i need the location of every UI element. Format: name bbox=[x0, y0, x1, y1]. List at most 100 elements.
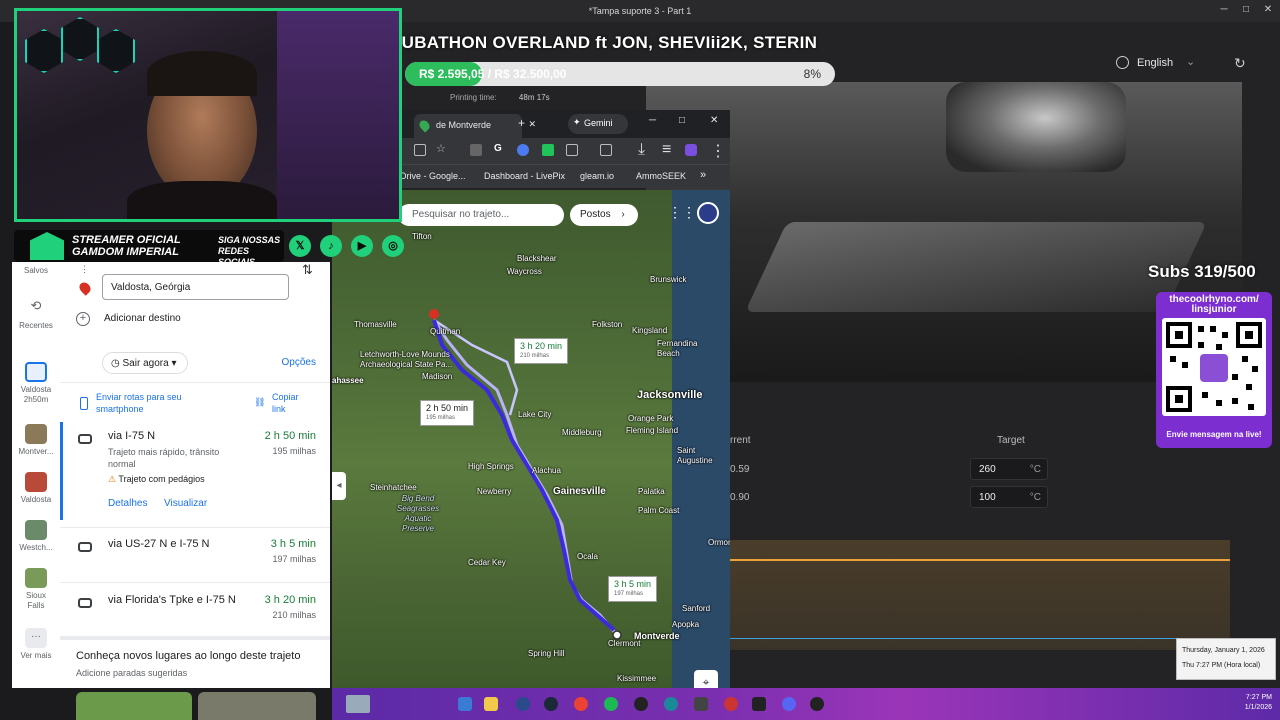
bookmark-livepix[interactable]: Dashboard - LivePix bbox=[484, 171, 565, 181]
queue-icon[interactable]: ≡ bbox=[662, 141, 674, 158]
language-selector[interactable]: English ⌄ ↻ bbox=[1108, 52, 1268, 74]
maximize-button[interactable]: □ bbox=[1236, 4, 1256, 15]
chrome-minimize-button[interactable]: ─ bbox=[649, 115, 656, 126]
rail-recent[interactable]: ⟲ Recentes bbox=[12, 298, 60, 330]
rail-westchester[interactable]: Westch... bbox=[12, 520, 60, 552]
rail-valdosta[interactable]: Valdosta bbox=[12, 472, 60, 504]
apps-grid-icon[interactable]: ⋮⋮ bbox=[668, 204, 696, 221]
chrome-tab[interactable]: de Montverde ✕ bbox=[414, 114, 536, 138]
destination-input[interactable]: Valdosta, Geórgia bbox=[102, 274, 289, 300]
bookmark-star-icon[interactable]: ☆ bbox=[436, 142, 448, 155]
place-letchworth: Letchworth-Love Mounds Archaeological St… bbox=[360, 350, 453, 369]
profile-icon[interactable] bbox=[685, 144, 697, 156]
place-bigbend: Big Bend Seagrasses Aquatic Preserve bbox=[396, 494, 440, 533]
start-icon[interactable] bbox=[458, 697, 472, 711]
map-thumbnail[interactable] bbox=[346, 695, 370, 713]
minimize-button[interactable]: ─ bbox=[1214, 4, 1234, 15]
explore-thumb-2[interactable] bbox=[198, 692, 316, 720]
bookmark-gleam[interactable]: gleam.io bbox=[580, 171, 614, 181]
route-option-1[interactable]: via I-75 N 2 h 50 min 195 milhas Trajeto… bbox=[60, 430, 330, 528]
bookmarks-more[interactable]: » bbox=[700, 169, 706, 181]
place-ormond: Ormon bbox=[708, 538, 730, 547]
chrome-icon[interactable] bbox=[574, 697, 588, 711]
place-jacksonville: Jacksonville bbox=[637, 389, 703, 401]
nozzle-unit: °C bbox=[1029, 464, 1041, 475]
new-tab-button[interactable]: + bbox=[518, 116, 525, 130]
route-bubble-2[interactable]: 3 h 5 min 197 milhas bbox=[608, 576, 658, 602]
bookmark-ammoseek[interactable]: AmmoSEEK bbox=[636, 171, 686, 181]
place-montverde: Montverde bbox=[634, 631, 680, 641]
place-ocala: Ocala bbox=[577, 552, 598, 561]
rail-valdosta-active[interactable]: Valdosta 2h50m bbox=[12, 362, 60, 405]
explorer-icon[interactable] bbox=[484, 697, 498, 711]
leave-now-dropdown[interactable]: ◷ Sair agora ▾ bbox=[102, 352, 188, 374]
explore-thumb-1[interactable] bbox=[76, 692, 192, 720]
nozzle-target-input[interactable]: 260 °C bbox=[970, 458, 1048, 480]
streamer-hair bbox=[147, 51, 257, 96]
gemini-button[interactable]: ✦ Gemini bbox=[568, 114, 628, 134]
app-icon[interactable] bbox=[694, 697, 708, 711]
map-view[interactable]: Tifton Blackshear Waycross Brunswick Tho… bbox=[332, 190, 730, 688]
rail-siouxfalls-label: Sioux Falls bbox=[25, 591, 46, 610]
refresh-icon[interactable]: ↻ bbox=[1234, 55, 1246, 72]
details-link[interactable]: Detalhes bbox=[108, 498, 147, 509]
place-springhill: Spring Hill bbox=[528, 649, 565, 658]
rail-more[interactable]: ··· Ver mais bbox=[12, 628, 60, 660]
copy-link[interactable]: Copiar link bbox=[272, 391, 312, 415]
puzzle-icon[interactable] bbox=[566, 144, 578, 156]
route-bubble-1[interactable]: 2 h 50 min 195 milhas bbox=[420, 400, 475, 426]
app-icon[interactable] bbox=[810, 697, 824, 711]
close-button[interactable]: ✕ bbox=[1258, 4, 1278, 15]
steam-icon[interactable] bbox=[544, 697, 558, 711]
route-bubble-3[interactable]: 3 h 20 min 210 milhas bbox=[514, 338, 569, 364]
my-location-icon[interactable]: ⌖ bbox=[694, 670, 718, 688]
extension-green-icon[interactable] bbox=[542, 144, 554, 156]
postos-chip[interactable]: Postos › bbox=[570, 204, 638, 226]
route-search-input[interactable]: Pesquisar no trajeto... bbox=[398, 204, 564, 226]
extension-icon[interactable] bbox=[470, 144, 482, 156]
bookmark-drive[interactable]: Drive - Google... bbox=[400, 171, 466, 181]
rail-saved-label: Salvos bbox=[23, 266, 48, 275]
collapse-panel-button[interactable]: ◂ bbox=[332, 472, 346, 500]
download-icon[interactable]: ⤓ bbox=[638, 141, 650, 158]
obs-icon[interactable] bbox=[634, 697, 648, 711]
tab-close-icon[interactable]: ✕ bbox=[528, 119, 536, 130]
edge-icon[interactable] bbox=[516, 697, 530, 711]
subathon-headline: SUBATHON OVERLAND ft JON, SHEVIii2K, STE… bbox=[390, 33, 818, 52]
account-avatar[interactable] bbox=[697, 202, 719, 224]
system-clock[interactable]: 7:27 PM 1/1/2026 bbox=[1245, 693, 1272, 713]
install-icon[interactable] bbox=[414, 144, 426, 156]
app-icon[interactable] bbox=[724, 697, 738, 711]
bed-target-input[interactable]: 100 °C bbox=[970, 486, 1048, 508]
add-destination[interactable]: + Adicionar destino bbox=[76, 312, 181, 326]
chrome-close-button[interactable]: ✕ bbox=[710, 115, 718, 126]
extension-blue-icon[interactable] bbox=[517, 144, 529, 156]
chrome-menu-icon[interactable]: ⋮ bbox=[710, 141, 726, 160]
directions-panel: ⋮ Valdosta, Geórgia ⇅ + Adicionar destino… bbox=[60, 262, 330, 688]
screenshot-icon[interactable] bbox=[600, 144, 612, 156]
spotify-icon[interactable] bbox=[604, 697, 618, 711]
destination-pin-icon bbox=[77, 280, 93, 296]
place-cedarkey: Cedar Key bbox=[468, 558, 506, 567]
swap-icon[interactable]: ⇅ bbox=[302, 262, 313, 278]
rail-montverde[interactable]: Montver... bbox=[12, 424, 60, 456]
rail-saved[interactable]: Salvos bbox=[12, 266, 60, 275]
route-bubble-1-time: 2 h 50 min bbox=[426, 403, 469, 413]
taskbar: 7:27 PM 1/1/2026 bbox=[332, 688, 1280, 720]
chrome-maximize-button[interactable]: □ bbox=[679, 115, 685, 126]
google-icon[interactable]: G bbox=[494, 143, 506, 155]
banner-line-2: GAMDOM IMPERIAL bbox=[72, 246, 179, 258]
route-option-3[interactable]: via Florida's Tpke e I-75 N 3 h 20 min 2… bbox=[60, 594, 330, 634]
app-icon[interactable] bbox=[664, 697, 678, 711]
route-bubble-2-time: 3 h 5 min bbox=[614, 579, 652, 589]
view-link[interactable]: Visualizar bbox=[164, 498, 207, 509]
rail-siouxfalls[interactable]: Sioux Falls bbox=[12, 568, 60, 611]
phone-icon bbox=[80, 397, 88, 410]
leave-now-label: Sair agora bbox=[122, 358, 169, 369]
send-to-phone-link[interactable]: Enviar rotas para seu smartphone bbox=[96, 391, 206, 415]
terminal-icon[interactable] bbox=[752, 697, 766, 711]
discord-icon[interactable] bbox=[782, 697, 796, 711]
options-link[interactable]: Opções bbox=[282, 357, 316, 368]
route-option-2[interactable]: via US-27 N e I-75 N 3 h 5 min 197 milha… bbox=[60, 538, 330, 578]
montverde-thumb bbox=[25, 424, 47, 444]
